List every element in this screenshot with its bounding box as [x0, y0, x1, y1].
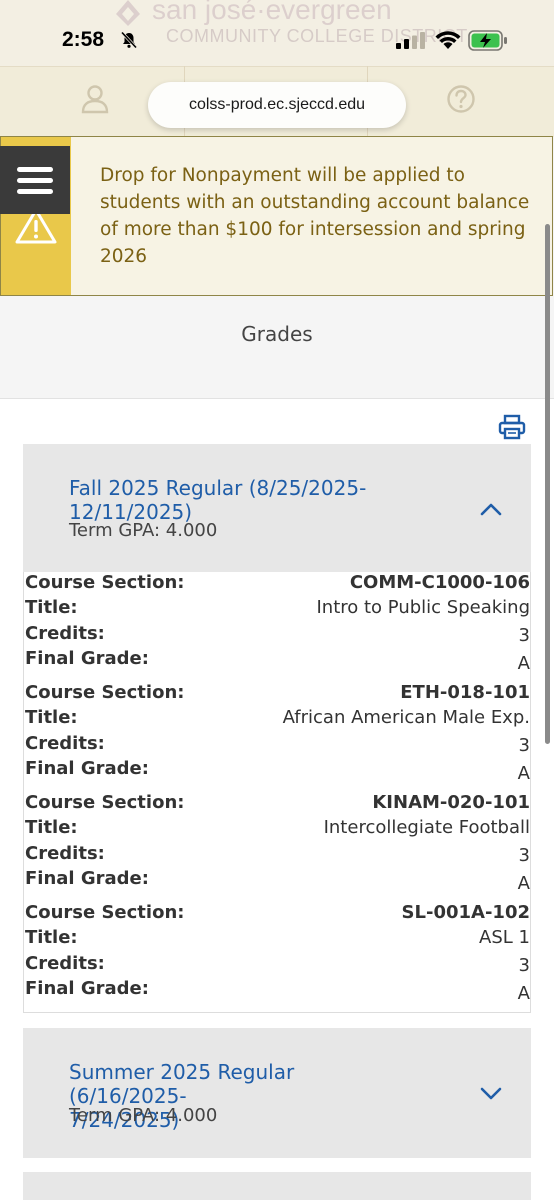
- chevron-up-icon[interactable]: [480, 502, 502, 516]
- title-label: Title:: [25, 597, 78, 618]
- credits-row: Credits: 3: [24, 623, 530, 648]
- print-icon[interactable]: [498, 414, 526, 440]
- term-title-line-1: Summer 2025 Regular (6/16/2025-: [69, 1060, 295, 1108]
- term-gpa: Term GPA: 4.000: [69, 1105, 218, 1126]
- silent-mode-icon: [120, 31, 138, 49]
- course-section-label: Course Section:: [25, 572, 185, 593]
- term-header-next[interactable]: [23, 1172, 531, 1200]
- wifi-icon: [435, 31, 461, 49]
- menu-line: [17, 166, 53, 172]
- credits-row: Credits: 3: [24, 953, 530, 978]
- title-label: Title:: [25, 927, 78, 948]
- final-grade-row: Final Grade: A: [24, 978, 530, 1004]
- final-grade-row: Final Grade: A: [24, 758, 530, 784]
- term-title[interactable]: Fall 2025 Regular (8/25/2025- 12/11/2025…: [69, 476, 409, 524]
- course-section-row: Course Section: SL-001A-102: [24, 902, 530, 927]
- address-bar[interactable]: colss-prod.ec.sjeccd.edu: [148, 82, 406, 128]
- course-title-value: Intro to Public Speaking: [316, 597, 530, 618]
- credits-label: Credits:: [25, 843, 105, 864]
- course-title-row: Title: Intro to Public Speaking: [24, 597, 530, 622]
- final-grade-label: Final Grade:: [25, 978, 149, 999]
- alert-message: Drop for Nonpayment will be applied to s…: [100, 165, 530, 267]
- battery-charging-icon: [468, 30, 507, 51]
- final-grade-value: A: [517, 983, 530, 1004]
- term-title-line-1: Fall 2025 Regular (8/25/2025-: [69, 476, 367, 500]
- final-grade-row: Final Grade: A: [24, 868, 530, 894]
- final-grade-row: Final Grade: A: [24, 648, 530, 674]
- hamburger-menu-button[interactable]: [0, 146, 70, 214]
- credits-value: 3: [518, 625, 530, 646]
- title-label: Title:: [25, 707, 78, 728]
- course-section-value: COMM-C1000-106: [349, 572, 530, 593]
- menu-line: [17, 177, 53, 183]
- menu-line: [17, 188, 53, 194]
- final-grade-value: A: [517, 763, 530, 784]
- logo-mark-icon: [116, 0, 140, 26]
- final-grade-label: Final Grade:: [25, 868, 149, 889]
- credits-label: Credits:: [25, 623, 105, 644]
- page-title: Grades: [241, 322, 313, 346]
- course-section-label: Course Section:: [25, 682, 185, 703]
- credits-row: Credits: 3: [24, 733, 530, 758]
- credits-label: Credits:: [25, 733, 105, 754]
- scrollbar[interactable]: [545, 224, 550, 744]
- credits-value: 3: [518, 845, 530, 866]
- course-section-label: Course Section:: [25, 902, 185, 923]
- chevron-down-icon[interactable]: [480, 1087, 502, 1101]
- credits-value: 3: [518, 735, 530, 756]
- final-grade-value: A: [517, 873, 530, 894]
- course-title-value: African American Male Exp.: [282, 707, 530, 728]
- course-title-value: ASL 1: [479, 927, 530, 948]
- course-title-row: Title: Intercollegiate Football: [24, 817, 530, 842]
- course-title-value: Intercollegiate Football: [323, 817, 530, 838]
- final-grade-value: A: [517, 653, 530, 674]
- term-gpa: Term GPA: 4.000: [69, 520, 218, 541]
- final-grade-label: Final Grade:: [25, 648, 149, 669]
- course-section-row: Course Section: ETH-018-101: [24, 682, 530, 707]
- course-section-value: KINAM-020-101: [372, 792, 530, 813]
- logo-line-1: san josé·evergreen: [152, 0, 392, 25]
- course-title-row: Title: ASL 1: [24, 927, 530, 952]
- course-section-row: Course Section: KINAM-020-101: [24, 792, 530, 817]
- help-icon[interactable]: [446, 84, 476, 114]
- credits-value: 3: [518, 955, 530, 976]
- course-section-value: SL-001A-102: [401, 902, 530, 923]
- cellular-signal-icon: [396, 32, 425, 49]
- final-grade-label: Final Grade:: [25, 758, 149, 779]
- course-title-row: Title: African American Male Exp.: [24, 707, 530, 732]
- title-label: Title:: [25, 817, 78, 838]
- status-time: 2:58: [62, 28, 105, 51]
- credits-label: Credits:: [25, 953, 105, 974]
- user-icon[interactable]: [80, 84, 110, 114]
- course-section-row: Course Section: COMM-C1000-106: [24, 572, 530, 597]
- course-section-value: ETH-018-101: [400, 682, 530, 703]
- course-list: Course Section: COMM-C1000-106 Title: In…: [23, 572, 531, 1013]
- course-section-label: Course Section:: [25, 792, 185, 813]
- credits-row: Credits: 3: [24, 843, 530, 868]
